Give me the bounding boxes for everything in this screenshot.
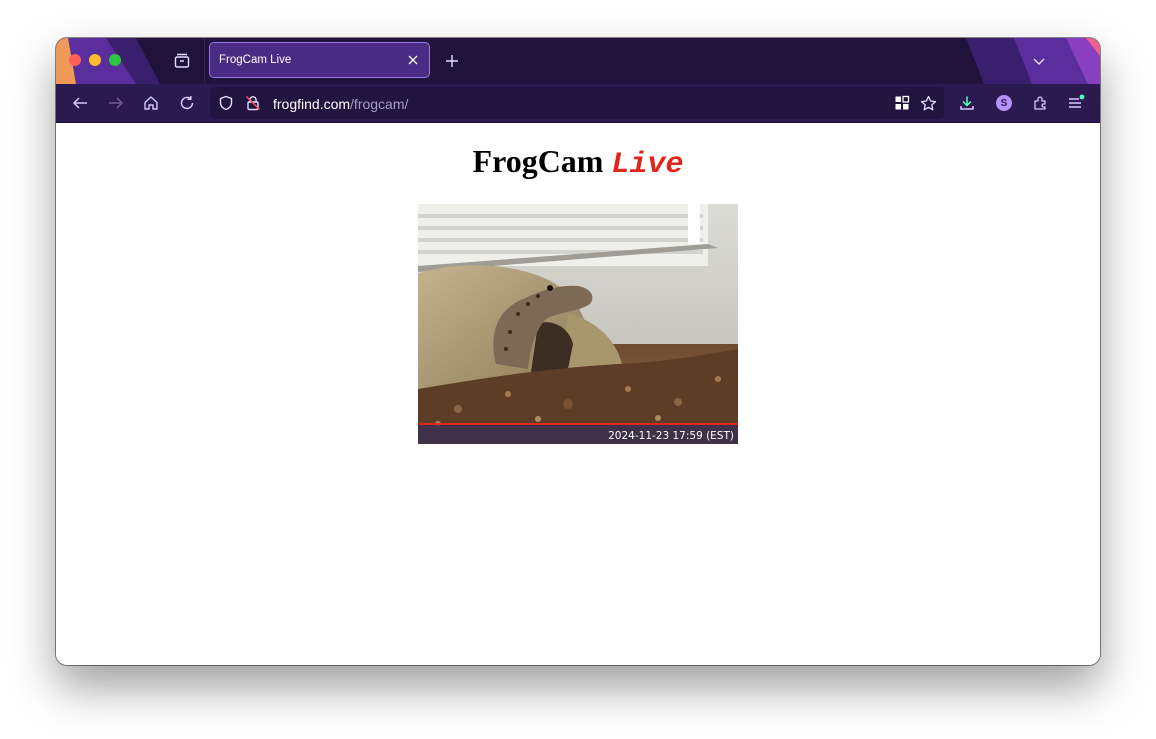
home-icon <box>144 96 158 110</box>
insecure-lock-icon <box>245 95 261 111</box>
browser-window: FrogCam Live frogfind.com/frogcam/ S Fro… <box>56 38 1100 665</box>
new-tab-button[interactable] <box>441 50 463 72</box>
extensions-button[interactable] <box>1028 91 1052 115</box>
tracking-protection-button[interactable] <box>216 93 236 113</box>
url-path: /frogcam/ <box>350 96 409 112</box>
window-close-button[interactable] <box>69 54 81 66</box>
forward-button[interactable] <box>104 91 128 115</box>
camera-timestamp: 2024-11-23 17:59 (EST) <box>608 430 734 442</box>
forward-arrow-icon <box>109 97 124 109</box>
window-maximize-button[interactable] <box>109 54 121 66</box>
plus-icon <box>446 55 458 67</box>
page-title-main: FrogCam <box>472 143 604 179</box>
page-content: FrogCam Live 2024-11-23 17:59 (EST) <box>56 123 1100 665</box>
tab-frogcam-live[interactable]: FrogCam Live <box>209 42 430 78</box>
back-button[interactable] <box>68 91 92 115</box>
star-icon <box>920 95 936 110</box>
extensions-icon <box>1034 96 1046 110</box>
navigation-toolbar: frogfind.com/frogcam/ S <box>56 84 1100 123</box>
shield-icon <box>219 95 233 111</box>
tab-title: FrogCam Live <box>219 54 292 66</box>
account-icon: S <box>996 95 1012 111</box>
tab-overview-button[interactable] <box>170 50 194 72</box>
tabs-icon <box>174 53 190 68</box>
url-host: frogfind.com <box>273 96 351 112</box>
frogcam-photo <box>418 204 738 444</box>
home-button[interactable] <box>139 91 163 115</box>
url-text[interactable]: frogfind.com/frogcam/ <box>273 96 408 112</box>
site-security-button[interactable] <box>243 93 263 113</box>
list-all-tabs-button[interactable] <box>1028 50 1050 72</box>
tab-bar: FrogCam Live <box>56 38 1100 84</box>
qr-code-button[interactable] <box>892 93 912 113</box>
frogcam-live-image: 2024-11-23 17:59 (EST) <box>418 204 738 444</box>
tab-close-button[interactable] <box>406 53 420 67</box>
page-title-live: Live <box>611 148 684 182</box>
address-bar[interactable]: frogfind.com/frogcam/ <box>210 87 944 119</box>
close-icon <box>408 55 418 65</box>
back-arrow-icon <box>72 97 87 109</box>
toolbar-separator <box>204 38 205 84</box>
reload-icon <box>180 96 194 110</box>
menu-icon <box>1069 94 1085 108</box>
download-icon <box>960 96 974 110</box>
page-title: FrogCam Live <box>56 143 1100 182</box>
account-button[interactable]: S <box>992 91 1016 115</box>
reload-button[interactable] <box>175 91 199 115</box>
chevron-down-icon <box>1033 58 1045 65</box>
qr-grid-icon <box>895 95 910 110</box>
app-menu-button[interactable] <box>1064 91 1088 115</box>
window-minimize-button[interactable] <box>89 54 101 66</box>
bookmark-button[interactable] <box>918 93 938 113</box>
downloads-button[interactable] <box>955 91 979 115</box>
